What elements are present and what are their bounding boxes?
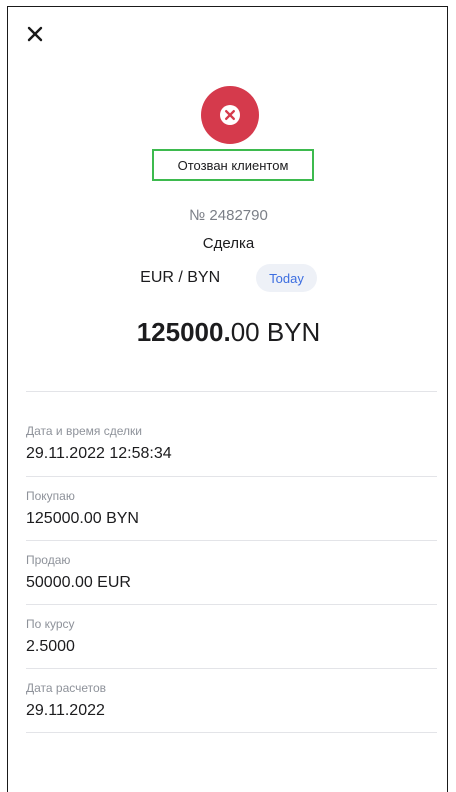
detail-value: 125000.00 BYN [26, 510, 139, 527]
detail-label: Дата и время сделки [26, 424, 142, 438]
deal-amount-fraction: 00 BYN [230, 317, 321, 347]
currency-pair: EUR / BYN [140, 269, 221, 286]
deal-amount: 125000.00 BYN [8, 317, 449, 348]
divider [26, 732, 437, 733]
detail-label: Покупаю [26, 489, 75, 503]
today-badge: Today [256, 264, 317, 292]
divider [26, 391, 437, 392]
divider [26, 476, 437, 477]
deal-number: № 2482790 [189, 207, 268, 224]
close-icon [27, 26, 43, 42]
error-x-icon [220, 105, 240, 125]
detail-row-datetime: Дата и время сделки 29.11.2022 12:58:34 [26, 423, 437, 465]
deal-type: Сделка [202, 235, 255, 252]
detail-row-settlement-date: Дата расчетов 29.11.2022 [26, 680, 437, 722]
detail-row-rate: По курсу 2.5000 [26, 616, 437, 658]
detail-row-sell: Продаю 50000.00 EUR [26, 552, 437, 594]
detail-row-buy: Покупаю 125000.00 BYN [26, 488, 437, 530]
status-error-icon [201, 86, 259, 144]
detail-label: Дата расчетов [26, 681, 107, 695]
detail-value: 50000.00 EUR [26, 574, 131, 591]
detail-value: 29.11.2022 [26, 702, 105, 719]
divider [26, 604, 437, 605]
close-button[interactable] [22, 21, 48, 47]
detail-label: По курсу [26, 617, 75, 631]
status-label: Отозван клиентом [152, 149, 314, 181]
deal-amount-integer: 125000. [136, 317, 231, 347]
deal-detail-screen: Отозван клиентом № 2482790 Сделка EUR / … [7, 6, 448, 792]
currency-pair-row: EUR / BYN Today [8, 263, 449, 293]
detail-value: 2.5000 [26, 638, 75, 655]
divider [26, 540, 437, 541]
divider [26, 668, 437, 669]
detail-value: 29.11.2022 12:58:34 [26, 445, 172, 462]
detail-label: Продаю [26, 553, 71, 567]
